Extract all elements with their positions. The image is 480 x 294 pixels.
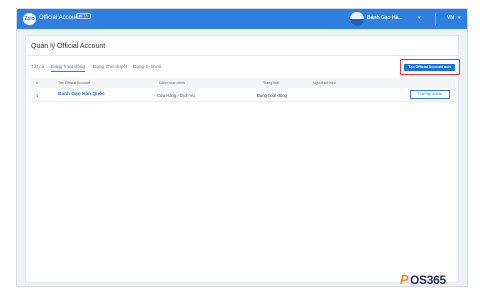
account-name-link[interactable]: Bánh Gạo Hàn Quốc xyxy=(58,92,105,97)
pos365-watermark-logo: P OS365 xyxy=(400,272,446,287)
title-divider xyxy=(26,55,458,56)
beta-badge: BETA xyxy=(76,13,91,19)
main-card: Quản lý Official Account Tất cả Đang hoạ… xyxy=(25,35,460,283)
top-navigation-bar: Zalo Official Account BETA Bánh Gạo Hà..… xyxy=(17,9,467,29)
account-avatar[interactable] xyxy=(350,12,364,26)
column-header-name: Tên Official Account xyxy=(58,81,90,85)
column-header-status: Trạng thái xyxy=(263,81,280,85)
tab-active[interactable]: Đang hoạt động xyxy=(51,65,86,72)
row-index: 1 xyxy=(36,93,39,98)
column-header-owner: Người sở hữu xyxy=(313,81,336,85)
browser-frame: Zalo Official Account BETA Bánh Gạo Hà..… xyxy=(16,8,468,287)
header-divider xyxy=(435,13,436,25)
zalo-logo[interactable]: Zalo xyxy=(23,13,36,25)
tab-pending[interactable]: Đang chờ duyệt xyxy=(93,65,127,70)
account-name[interactable]: Bánh Gạo Hà... xyxy=(367,15,403,21)
page-title: Quản lý Official Account xyxy=(31,43,106,50)
row-category: Cửa Hàng - Dịch Vụ xyxy=(157,93,195,98)
create-button-highlight: Tạo Official Account mới xyxy=(400,59,460,75)
set-admin-button[interactable]: Thiết lập Admin xyxy=(410,90,450,99)
column-header-index: # xyxy=(36,81,38,85)
chevron-down-icon[interactable]: ▾ xyxy=(418,15,421,21)
row-status: Đang hoạt động xyxy=(257,93,287,98)
table-header: # Tên Official Account Danh mục chính Tr… xyxy=(31,78,455,88)
app-title: Official Account xyxy=(39,15,81,21)
language-chevron-down-icon[interactable]: ▾ xyxy=(458,15,461,21)
tab-locked[interactable]: Đang bị khoá xyxy=(133,65,161,70)
language-selector[interactable]: VN xyxy=(447,15,454,21)
create-official-account-button[interactable]: Tạo Official Account mới xyxy=(404,64,455,71)
table-row: 1 Bánh Gạo Hàn Quốc Cửa Hàng - Dịch Vụ Đ… xyxy=(31,88,455,102)
tab-all[interactable]: Tất cả xyxy=(31,65,44,70)
column-header-category: Danh mục chính xyxy=(159,81,186,85)
